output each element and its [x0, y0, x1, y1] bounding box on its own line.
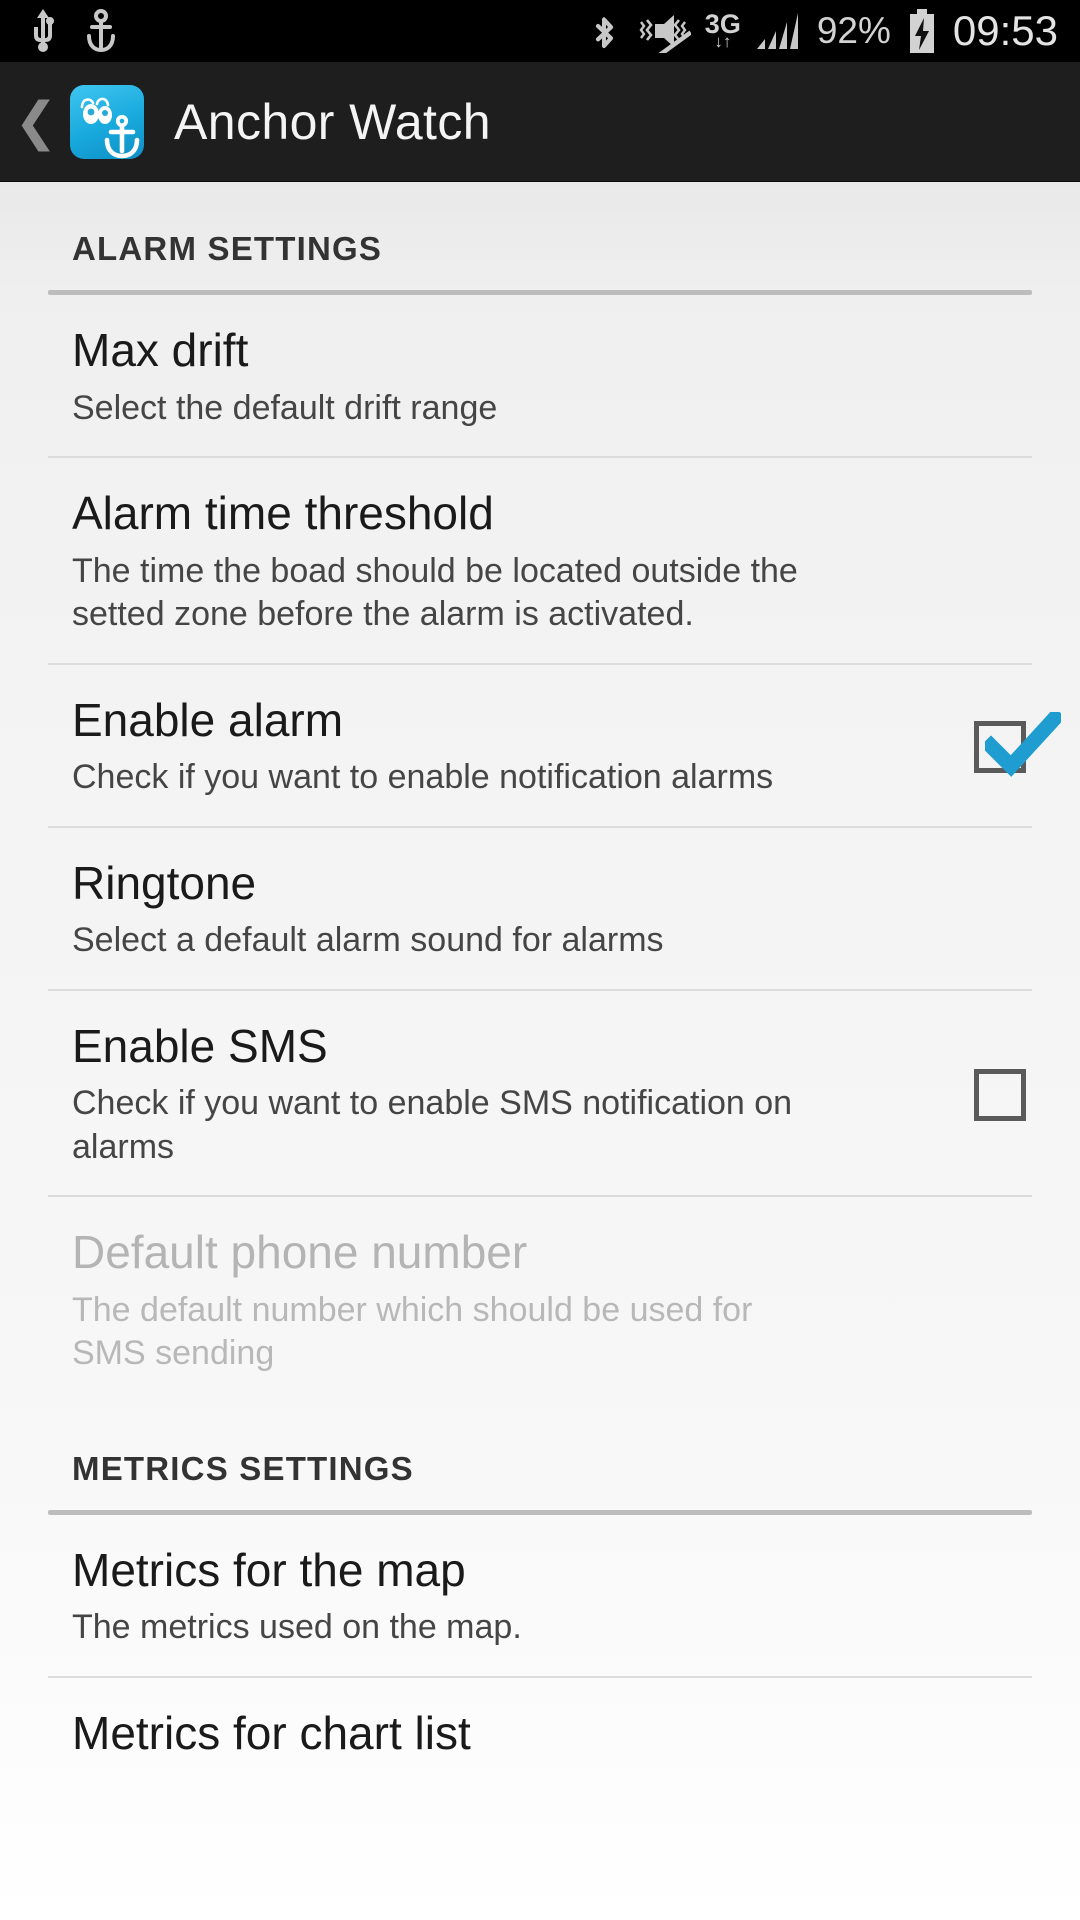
- preference-title: Ringtone: [72, 856, 257, 909]
- preference-row-enable-alarm[interactable]: Enable alarm Check if you want to enable…: [0, 665, 1080, 826]
- preference-title: Enable alarm: [72, 693, 344, 746]
- enable-sms-checkbox-wrap[interactable]: [920, 1068, 1080, 1121]
- preference-summary: Select a default alarm sound for alarms: [72, 921, 664, 960]
- preference-title: Enable SMS: [72, 1019, 328, 1072]
- section-header-alarm: ALARM SETTINGS: [72, 230, 383, 267]
- anchor-icon: [84, 9, 118, 53]
- preference-summary: Check if you want to enable SMS notifica…: [72, 1084, 793, 1166]
- status-bar: 3G ↓↑ 92% 09:53: [0, 0, 1080, 62]
- settings-list[interactable]: ALARM SETTINGS Max drift Select the defa…: [0, 182, 1080, 1920]
- action-bar: ❮ Anchor Watch: [0, 62, 1080, 182]
- network-type-indicator: 3G ↓↑: [705, 10, 741, 51]
- preference-text: Default phone number The default number …: [72, 1227, 1080, 1376]
- data-transfer-arrows-icon: ↓↑: [714, 31, 732, 51]
- preference-text: Alarm time threshold The time the boad s…: [72, 488, 1080, 637]
- preference-title: Metrics for the map: [72, 1543, 466, 1596]
- usb-icon: [28, 9, 58, 53]
- preference-text: Max drift Select the default drift range: [72, 324, 1080, 430]
- preference-text: Metrics for the map The metrics used on …: [72, 1543, 1080, 1650]
- preference-summary: Check if you want to enable notification…: [72, 758, 774, 797]
- battery-percent-label: 92%: [816, 10, 891, 51]
- enable-alarm-checkbox[interactable]: [974, 712, 1061, 777]
- bluetooth-icon: [589, 8, 619, 54]
- preference-summary: The metrics used on the map.: [72, 1608, 522, 1647]
- preference-text: Ringtone Select a default alarm sound fo…: [72, 856, 1080, 963]
- battery-charging-icon: [905, 7, 939, 55]
- preference-row-alarm-time-threshold[interactable]: Alarm time threshold The time the boad s…: [0, 458, 1080, 663]
- preference-row-metrics-for-the-map[interactable]: Metrics for the map The metrics used on …: [0, 1515, 1080, 1676]
- preference-text: Enable SMS Check if you want to enable S…: [72, 1019, 920, 1170]
- enable-alarm-checkbox-wrap[interactable]: [920, 712, 1080, 777]
- preference-row-ringtone[interactable]: Ringtone Select a default alarm sound fo…: [0, 828, 1080, 989]
- preference-title: Max drift: [72, 324, 249, 376]
- checkmark-icon: [985, 712, 1061, 777]
- back-chevron-icon[interactable]: ❮: [0, 96, 62, 148]
- preference-row-enable-sms[interactable]: Enable SMS Check if you want to enable S…: [0, 991, 1080, 1196]
- preference-text: Enable alarm Check if you want to enable…: [72, 693, 920, 800]
- clock-label: 09:53: [952, 7, 1058, 54]
- signal-bars-icon: [755, 9, 803, 53]
- preference-row-default-phone-number: Default phone number The default number …: [0, 1197, 1080, 1402]
- preference-row-max-drift[interactable]: Max drift Select the default drift range: [0, 295, 1080, 456]
- enable-sms-checkbox[interactable]: [974, 1068, 1026, 1121]
- vibrate-mute-icon: [633, 9, 691, 53]
- preference-title: Metrics for chart list: [72, 1706, 471, 1759]
- preference-text: Metrics for chart list: [72, 1706, 1080, 1760]
- preference-summary: Select the default drift range: [72, 388, 498, 427]
- page-title: Anchor Watch: [174, 93, 491, 150]
- preference-title: Default phone number: [72, 1226, 528, 1279]
- preference-row-metrics-for-chart-list[interactable]: Metrics for chart list: [0, 1678, 1080, 1786]
- preference-summary: The default number which should be used …: [72, 1290, 753, 1373]
- section-header-metrics: METRICS SETTINGS: [72, 1449, 414, 1487]
- preference-summary: The time the boad should be located outs…: [72, 551, 798, 634]
- preference-title: Alarm time threshold: [72, 487, 494, 540]
- anchor-watch-app-icon: [70, 84, 144, 159]
- status-bar-left-icons: [0, 9, 118, 53]
- status-bar-right-icons: 3G ↓↑ 92% 09:53: [589, 7, 1080, 55]
